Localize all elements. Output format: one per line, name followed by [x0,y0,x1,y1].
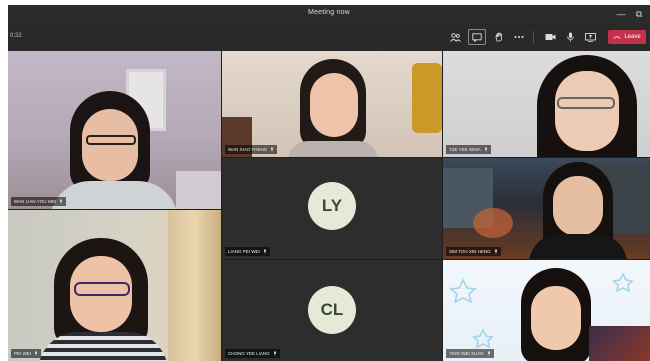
furniture-background [176,171,221,209]
participant-name-tag: SIM TOH XIN HENG [446,247,501,256]
participant-name: WAN XIAO THENG [228,147,268,152]
video-tile[interactable]: TZE YEE WINA [443,51,650,157]
leave-button[interactable]: Leave [608,30,646,44]
participant-face [555,71,619,151]
avatar: CL [308,286,356,334]
participant-name-tag: LIANG PEI WEI [225,247,270,256]
meeting-window: Meeting now — ⧉ 0:32 Leave WAN LIAN YOU … [8,5,650,361]
participant-name: SIM TOH XIN HENG [449,249,491,254]
mic-icon [263,249,266,254]
participant-name: TZE YEE WINA [449,147,481,152]
participant-face [531,286,581,350]
video-tile[interactable]: SIM TOH XIN HENG [443,158,650,259]
participant-face [553,176,603,236]
video-tile[interactable]: WAN LIAN YOU WEI [8,51,221,209]
lantern-glow [473,208,513,238]
toolbar-divider [533,31,534,43]
mic-icon [494,249,497,254]
participant-name: WAN LIAN YOU WEI [14,199,57,204]
video-tile[interactable]: WAN XIAO THENG [222,51,442,157]
participant-name: PEI WEI [14,351,32,356]
people-icon [449,32,461,42]
participant-name-tag: TZE YEE WINA [446,145,491,154]
trophy-background [412,63,442,133]
participant-name: YING WEI XUAN [449,351,484,356]
participant-name-tag: WAN LIAN YOU WEI [11,197,67,206]
participant-shoulders [50,181,178,209]
microphone-icon [566,32,574,42]
mic-icon [487,351,490,356]
self-preview [589,326,650,361]
microphone-button[interactable] [561,29,579,45]
meeting-timer: 0:32 [10,33,22,39]
chat-button[interactable] [468,29,486,45]
avatar: LY [308,182,356,230]
hang-up-icon [613,36,621,39]
glasses [557,97,615,109]
glasses [86,135,136,145]
video-tile[interactable]: YING WEI XUAN [443,260,650,361]
share-screen-button[interactable] [581,29,599,45]
camera-icon [545,34,555,40]
video-tile[interactable]: PEI WEI [8,210,221,361]
participant-face [82,109,138,181]
more-icon [514,36,524,38]
participant-shoulders [38,332,168,361]
participant-name-tag: WAN XIAO THENG [225,145,278,154]
mic-icon [273,351,276,356]
camera-button[interactable] [541,29,559,45]
mic-icon [35,351,37,356]
restore-button[interactable]: ⧉ [632,7,646,21]
participant-shoulders [288,141,378,157]
more-actions-button[interactable] [510,29,528,45]
mic-icon [484,147,487,152]
meeting-toolbar: 0:32 Leave [8,23,650,51]
title-bar: Meeting now — ⧉ [8,5,650,23]
participant-name: CHONG YEE LIANG [228,351,270,356]
leave-label: Leave [624,34,641,40]
video-tile[interactable]: CL CHONG YEE LIANG [222,260,442,361]
participant-name: LIANG PEI WEI [228,249,260,254]
mic-icon [271,147,274,152]
raise-hand-button[interactable] [490,29,508,45]
participant-name-tag: CHONG YEE LIANG [225,349,280,358]
video-grid: WAN LIAN YOU WEI WAN XIAO THENG TZE YEE … [8,51,650,361]
chat-icon [472,32,482,42]
glasses [74,282,130,296]
curtain-background [168,210,221,361]
window-title: Meeting now [308,9,350,16]
minimize-button[interactable]: — [614,7,628,21]
video-tile[interactable]: LY LIANG PEI WEI [222,158,442,259]
mic-icon [60,199,63,204]
participant-name-tag: YING WEI XUAN [446,349,494,358]
hand-icon [495,32,502,42]
participant-shoulders [529,234,627,259]
participant-name-tag: PEI WEI [11,349,42,358]
share-screen-icon [584,32,596,42]
participant-face [310,73,358,137]
people-button[interactable] [446,29,464,45]
